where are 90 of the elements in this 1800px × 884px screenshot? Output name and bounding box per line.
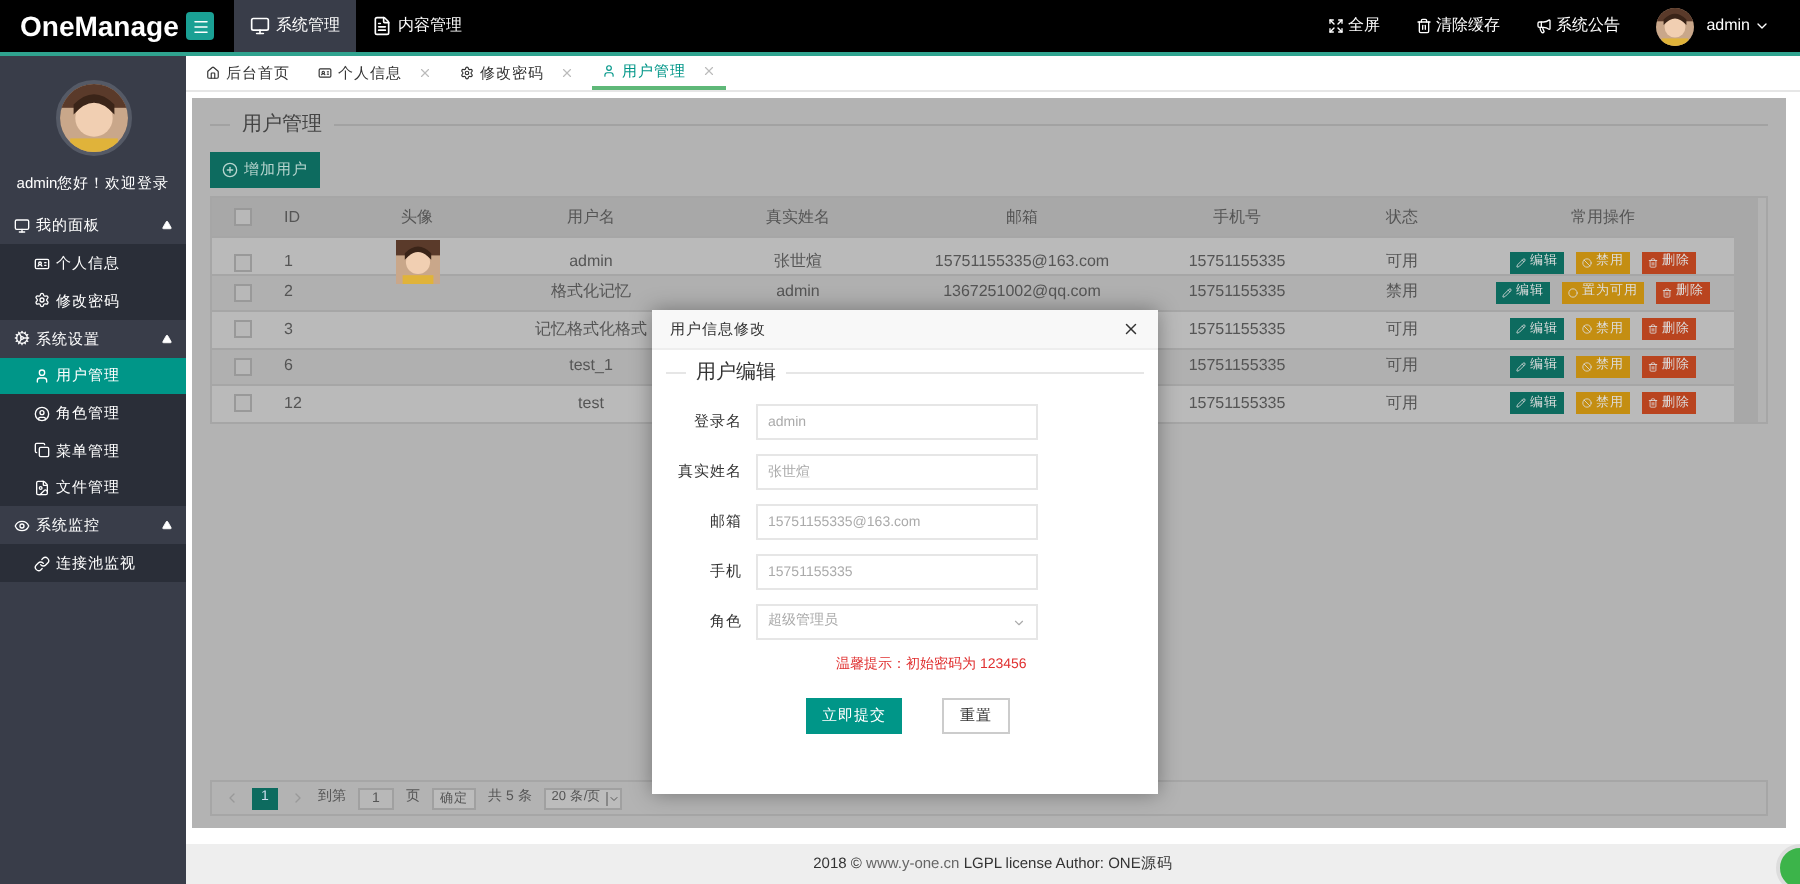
- column-header: 用户名: [567, 205, 615, 229]
- table-cell: 可用: [1386, 354, 1418, 379]
- column-header: ID: [282, 205, 302, 229]
- table-cell: 15751155335: [1188, 391, 1286, 416]
- gears-icon: [14, 330, 30, 347]
- megaphone-icon: [1536, 18, 1553, 34]
- id-card-icon: [318, 66, 332, 80]
- table-cell-text: 6: [282, 354, 293, 379]
- link-icon: [34, 555, 50, 572]
- checkbox[interactable]: [233, 253, 251, 271]
- trash-icon: [1648, 398, 1658, 409]
- table-cell: 可用: [1386, 391, 1418, 416]
- table-cell: 1367251002@qq.com: [943, 280, 1101, 305]
- checkbox[interactable]: [233, 320, 251, 339]
- pencil-icon: [1516, 324, 1526, 335]
- column-header: 真实姓名: [766, 205, 830, 229]
- user-circle-icon: [34, 405, 50, 422]
- table-cell: admin: [569, 250, 613, 274]
- pencil-icon: [1516, 361, 1526, 372]
- table-cell: 张世煊: [774, 250, 822, 274]
- nav-tab[interactable]: 内容管理: [356, 0, 478, 52]
- id-card-icon: [34, 255, 50, 272]
- ban-icon: [1582, 324, 1592, 335]
- ban-icon: [1582, 361, 1592, 372]
- table-cell: admin: [776, 280, 820, 305]
- column-header: 邮箱: [1006, 205, 1038, 229]
- table-cell: test: [578, 391, 604, 416]
- table-cell-text: 1: [282, 250, 293, 274]
- caret-icon: [1012, 615, 1026, 629]
- nav-tab[interactable]: 系统管理: [234, 0, 356, 52]
- caret-icon: [1754, 18, 1770, 34]
- trash-icon: [1416, 18, 1433, 34]
- toolbar-link[interactable]: 系统公告: [1536, 14, 1621, 38]
- gear-icon: [34, 292, 50, 309]
- pencil-icon: [1502, 287, 1512, 298]
- monitor-icon: [250, 16, 270, 36]
- column-header: 手机号: [1213, 205, 1261, 229]
- table-cell: 记忆格式化格式: [535, 317, 647, 342]
- table-cell: 15751155335: [1188, 250, 1286, 274]
- document-icon: [372, 16, 392, 36]
- table-cell: 可用: [1386, 317, 1418, 342]
- pencil-icon: [1516, 398, 1526, 409]
- table-cell: test_1: [569, 354, 613, 379]
- table-cell: 15751155335: [1188, 317, 1286, 342]
- windows-icon: [34, 442, 50, 459]
- trash-icon: [1662, 287, 1672, 298]
- prev-page-icon[interactable]: [224, 790, 240, 806]
- home-icon: [206, 66, 220, 80]
- logo: OneManage: [18, 7, 181, 46]
- column-header: 状态: [1386, 205, 1418, 229]
- table-cell: 格式化记忆: [551, 280, 631, 305]
- panel-title: 用户管理: [242, 111, 322, 140]
- ban-icon: [1582, 257, 1592, 267]
- expand-icon: [1328, 18, 1345, 34]
- pencil-icon: [1516, 257, 1526, 267]
- table-cell: 15751155335: [1188, 354, 1286, 379]
- checkbox[interactable]: [233, 283, 251, 302]
- monitor-icon: [14, 217, 30, 234]
- menu-icon: [191, 17, 209, 35]
- file-icon: [34, 480, 50, 497]
- trash-icon: [1648, 324, 1658, 335]
- ban-icon: [1582, 398, 1592, 409]
- toolbar-link[interactable]: 全屏: [1328, 14, 1381, 38]
- trash-icon: [1648, 361, 1658, 372]
- column-header: 常用操作: [1571, 205, 1635, 229]
- checkbox[interactable]: [233, 394, 251, 413]
- user-menu[interactable]: admin: [1706, 14, 1770, 38]
- checkbox[interactable]: [233, 357, 251, 376]
- table-cell-text: 12: [282, 391, 302, 416]
- user-icon: [34, 367, 50, 384]
- close-icon[interactable]: [1122, 320, 1140, 338]
- trash-icon: [1648, 257, 1658, 267]
- caret-icon: [605, 791, 620, 805]
- gear-icon: [460, 66, 474, 80]
- toolbar-link[interactable]: 清除缓存: [1416, 14, 1501, 38]
- checkbox[interactable]: [233, 208, 251, 226]
- table-cell: 15751155335@163.com: [934, 250, 1110, 274]
- table-cell: 禁用: [1386, 280, 1418, 305]
- next-page-icon[interactable]: [290, 790, 306, 806]
- plus-icon: [222, 162, 238, 178]
- user-icon: [602, 64, 616, 78]
- table-cell-text: 3: [282, 317, 293, 342]
- table-cell: 15751155335: [1188, 280, 1286, 305]
- circle-icon: [1568, 287, 1578, 298]
- form-legend: 用户编辑: [696, 358, 776, 388]
- eye-icon: [14, 517, 30, 534]
- table-cell: 可用: [1386, 250, 1418, 274]
- column-header: 头像: [401, 205, 433, 229]
- table-cell-text: 2: [282, 280, 293, 305]
- menu-button[interactable]: [186, 12, 214, 40]
